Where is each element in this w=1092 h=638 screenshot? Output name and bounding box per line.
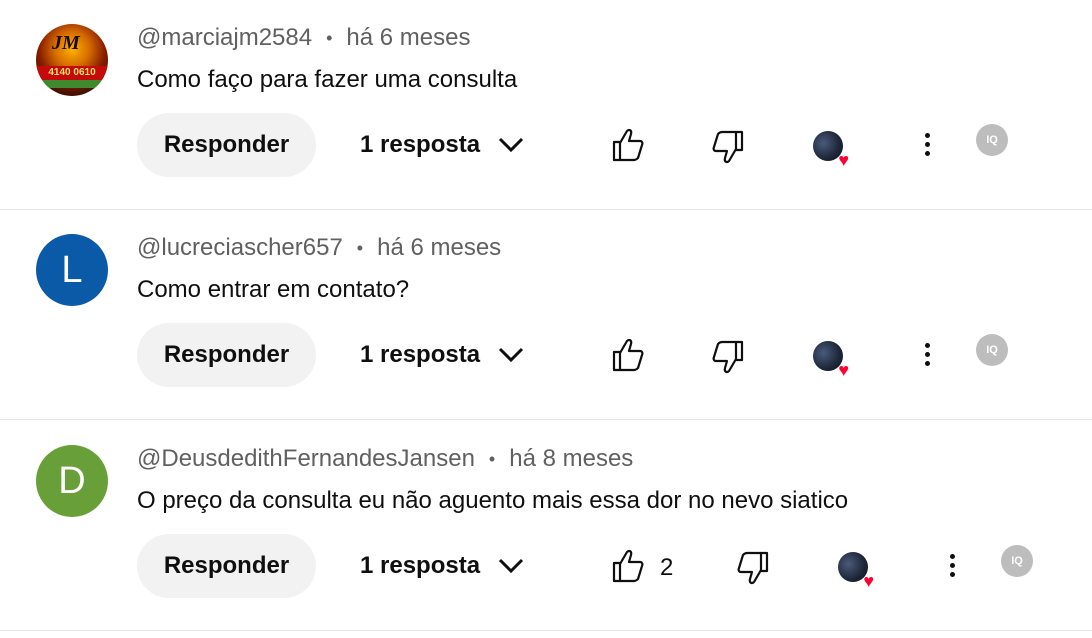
thumb-up-icon	[612, 338, 644, 372]
like-button[interactable]	[612, 549, 644, 583]
comment-item: D @DeusdedithFernandesJansen • há 8 mese…	[0, 421, 1092, 631]
divider	[0, 630, 1092, 631]
dislike-button[interactable]	[737, 551, 769, 585]
comment-meta: @marciajm2584 • há 6 meses	[137, 24, 470, 52]
creator-heart-icon: ♥	[838, 552, 874, 590]
meta-separator: •	[488, 448, 496, 469]
avatar-logo-text: JM	[52, 32, 80, 54]
avatar[interactable]: L	[36, 234, 108, 306]
comment-text: O preço da consulta eu não aguento mais …	[137, 487, 849, 514]
heart-icon: ♥	[838, 150, 849, 170]
more-vert-icon[interactable]	[948, 554, 956, 582]
avatar-strip-text: 4140 0610	[36, 66, 108, 80]
comment-meta: @DeusdedithFernandesJansen • há 8 meses	[137, 445, 633, 473]
thumb-down-icon	[712, 130, 744, 164]
replies-toggle[interactable]: 1 resposta	[360, 534, 524, 598]
meta-separator: •	[326, 27, 333, 48]
avatar[interactable]: D	[36, 445, 108, 517]
avatar-strip-decoration	[36, 80, 108, 88]
extension-badge-icon[interactable]: IQ	[976, 124, 1008, 156]
reply-button[interactable]: Responder	[137, 113, 316, 177]
comment-time[interactable]: há 6 meses	[346, 24, 470, 52]
more-vert-icon[interactable]	[923, 343, 931, 371]
replies-label: 1 resposta	[360, 131, 481, 158]
extension-badge-icon[interactable]: IQ	[1001, 545, 1033, 577]
like-button[interactable]	[612, 338, 644, 372]
comment-meta: @lucreciascher657 • há 6 meses	[137, 234, 501, 262]
dislike-button[interactable]	[712, 130, 744, 164]
author-name[interactable]: @lucreciascher657	[137, 234, 343, 262]
replies-toggle[interactable]: 1 resposta	[360, 323, 524, 387]
chevron-down-icon	[499, 137, 524, 153]
creator-heart-icon: ♥	[813, 341, 849, 379]
thumb-up-icon	[612, 128, 644, 162]
chevron-down-icon	[499, 558, 524, 574]
heart-icon: ♥	[838, 360, 849, 380]
comment-text: Como faço para fazer uma consulta	[137, 66, 518, 93]
author-name[interactable]: @DeusdedithFernandesJansen	[137, 445, 475, 473]
comment-time[interactable]: há 6 meses	[377, 234, 501, 262]
thumb-up-icon	[612, 549, 644, 583]
replies-label: 1 resposta	[360, 341, 481, 368]
chevron-down-icon	[499, 347, 524, 363]
reply-button[interactable]: Responder	[137, 534, 316, 598]
avatar[interactable]: JM 4140 0610	[36, 24, 108, 96]
extension-badge-icon[interactable]: IQ	[976, 334, 1008, 366]
like-button[interactable]	[612, 128, 644, 162]
comment-item: L @lucreciascher657 • há 6 meses Como en…	[0, 210, 1092, 420]
meta-separator: •	[356, 237, 364, 258]
divider	[0, 419, 1092, 420]
more-vert-icon[interactable]	[923, 133, 931, 161]
heart-icon: ♥	[863, 571, 874, 591]
comment-text: Como entrar em contato?	[137, 276, 410, 303]
thumb-down-icon	[737, 551, 769, 585]
comment-item: JM 4140 0610 @marciajm2584 • há 6 meses …	[0, 0, 1092, 210]
reply-button[interactable]: Responder	[137, 323, 316, 387]
author-name[interactable]: @marciajm2584	[137, 24, 312, 52]
thumb-down-icon	[712, 340, 744, 374]
dislike-button[interactable]	[712, 340, 744, 374]
comment-time[interactable]: há 8 meses	[509, 445, 633, 473]
creator-heart-icon: ♥	[813, 131, 849, 169]
like-count: 2	[660, 554, 674, 581]
replies-label: 1 resposta	[360, 552, 481, 579]
replies-toggle[interactable]: 1 resposta	[360, 113, 524, 177]
